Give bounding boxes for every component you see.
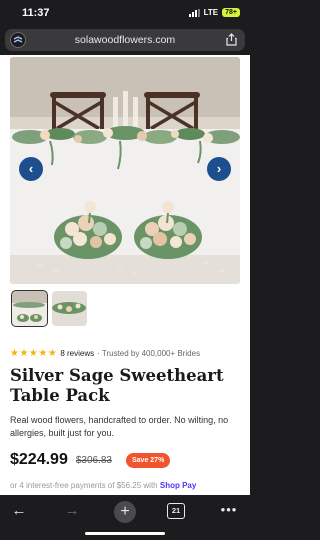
battery-icon: 78+ [222,8,240,17]
save-badge: Save 27% [126,452,171,468]
forward-button[interactable]: → [61,501,83,523]
thumbnail-2[interactable] [52,291,87,326]
tab-switcher-button[interactable]: 21 [167,503,185,519]
reviews-link[interactable]: 8 reviews [60,349,94,358]
product-description: Real wood flowers, handcrafted to order.… [10,415,229,438]
shop-pay-link[interactable]: Shop Pay [160,481,196,490]
status-indicators: LTE 78+ [188,8,240,17]
thumbnail-1[interactable] [11,290,48,327]
new-tab-button[interactable]: + [114,501,136,523]
installments-info: or 4 interest-free payments of $56.25 wi… [10,481,196,490]
star-rating-icon: ★★★★★ [10,348,58,359]
product-price: $224.99 [10,451,68,468]
rating-row: ★★★★★ 8 reviews · Trusted by 400,000+ Br… [10,348,200,359]
product-title: Silver Sage Sweetheart Table Pack [10,366,224,405]
trusted-by-text: · Trusted by 400,000+ Brides [97,349,201,358]
price-row: $224.99 $306.83 Save 27% [10,451,171,469]
gallery-thumbnails [11,290,87,327]
share-icon[interactable] [226,33,237,46]
gallery-prev-button[interactable]: ‹ [19,157,43,181]
compare-at-price: $306.83 [75,454,112,466]
status-bar: 11:37 LTE 78+ [0,0,250,26]
installments-text: or 4 interest-free payments of $56.25 wi… [10,481,158,490]
back-button[interactable]: ← [8,501,30,523]
page-content: ‹ › ★★★★★ 8 reviews · Trusted by 400,000… [0,55,250,495]
home-indicator[interactable] [85,532,165,535]
product-main-image[interactable]: ‹ › [10,57,240,284]
status-time: 11:37 [22,7,50,19]
signal-icon [188,8,200,17]
more-menu-button[interactable]: ••• [218,501,240,523]
address-bar[interactable]: solawoodflowers.com [5,29,245,51]
gallery-next-button[interactable]: › [207,157,231,181]
network-label: LTE [203,8,219,17]
browser-toolbar: ← → + 21 ••• [0,495,250,540]
url-text[interactable]: solawoodflowers.com [5,34,245,46]
